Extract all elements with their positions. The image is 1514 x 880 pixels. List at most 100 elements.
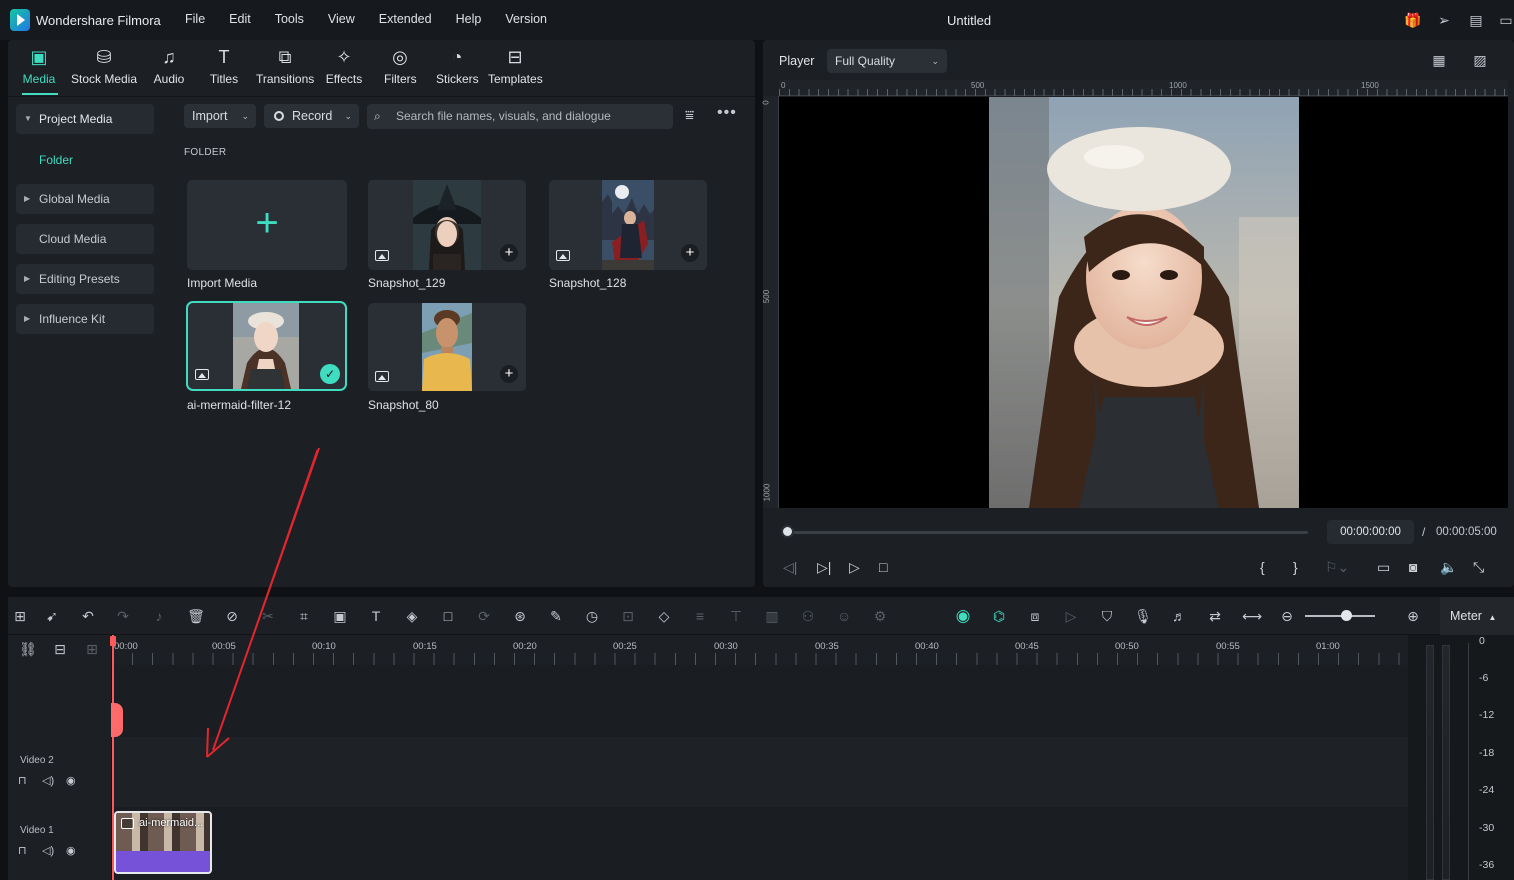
sidebar-item-global-media[interactable]: ▶ Global Media	[16, 184, 154, 214]
mask-icon[interactable]: ⚇	[799, 607, 817, 625]
undo-icon[interactable]: ↶	[79, 607, 97, 625]
search-box[interactable]: ⌕	[367, 104, 673, 129]
redo-icon[interactable]: ↷	[114, 607, 132, 625]
mark-out-icon[interactable]: }	[1293, 559, 1298, 575]
add-to-timeline-icon[interactable]: +	[500, 244, 518, 262]
sidebar-item-cloud-media[interactable]: Cloud Media	[16, 224, 154, 254]
fullscreen-icon[interactable]: ⤡	[1473, 559, 1484, 576]
shape-icon[interactable]: □	[439, 607, 457, 625]
shield-icon[interactable]: ⛉	[1098, 607, 1116, 625]
layout-grid-icon[interactable]: ⊞	[11, 607, 29, 625]
transition-icon[interactable]: ⚙	[871, 607, 889, 625]
playback-scrubber[interactable]	[787, 531, 1308, 534]
replace-icon[interactable]: ⇄	[1206, 607, 1224, 625]
record-button[interactable]: Record ⌄	[264, 104, 359, 128]
menu-edit[interactable]: Edit	[229, 12, 251, 26]
clipboard-icon[interactable]: ▤	[1468, 12, 1484, 28]
timeline-ruler[interactable]: 00:00 00:05 00:10 00:15 00:20 00:25 00:3…	[112, 635, 1408, 665]
sidebar-item-influence-kit[interactable]: ▶ Influence Kit	[16, 304, 154, 334]
mark-in-icon[interactable]: {	[1260, 559, 1265, 575]
audio-detach-icon[interactable]: ♪	[150, 607, 168, 625]
gift-icon[interactable]: 🎁	[1404, 12, 1421, 28]
menu-file[interactable]: File	[185, 12, 205, 26]
split-icon[interactable]: ✂	[259, 607, 277, 625]
preview-viewer[interactable]	[779, 97, 1508, 508]
tab-filters[interactable]: ◎ Filters	[384, 46, 417, 86]
tab-stock-media[interactable]: ⛁ Stock Media	[70, 46, 138, 86]
audio-mixer-icon[interactable]: ♬	[1170, 607, 1188, 625]
microphone-icon[interactable]: 🎙	[1134, 607, 1152, 625]
select-tool-icon[interactable]: ➹	[43, 607, 61, 625]
fit-timeline-icon[interactable]: ⟷	[1242, 607, 1262, 625]
media-item-snapshot-80[interactable]: +	[368, 303, 526, 391]
meter-button[interactable]: Meter ▲	[1440, 597, 1514, 635]
eye-icon[interactable]: ◉	[66, 774, 76, 787]
unlink-icon[interactable]: ⛓	[19, 640, 37, 658]
subtitle-icon[interactable]: ⊤	[727, 607, 745, 625]
menu-extended[interactable]: Extended	[379, 12, 432, 26]
tab-effects[interactable]: ✧ Effects	[325, 46, 363, 86]
sidebar-item-project-media[interactable]: ▼ Project Media	[16, 104, 154, 134]
tab-audio[interactable]: ♫ Audio	[151, 46, 187, 86]
playhead-marker-flag[interactable]	[111, 703, 123, 737]
lock-icon[interactable]: ⊓	[18, 844, 27, 857]
tab-stickers[interactable]: ◔ Stickers	[436, 46, 479, 86]
add-to-timeline-icon[interactable]: +	[681, 244, 699, 262]
play-icon[interactable]: ▷	[849, 559, 860, 576]
search-input[interactable]	[396, 109, 666, 123]
import-button[interactable]: Import ⌄	[184, 104, 256, 128]
crop-icon[interactable]: ⌗	[295, 607, 313, 625]
render-preview-icon[interactable]: ▷	[1062, 607, 1080, 625]
menu-view[interactable]: View	[328, 12, 355, 26]
grid-view-icon[interactable]: ▦	[1431, 52, 1447, 68]
ai-mate-icon[interactable]: ◉	[954, 607, 972, 625]
stop-icon[interactable]: □	[879, 559, 887, 575]
playhead-handle[interactable]	[110, 636, 116, 646]
layout-icon[interactable]: ▭	[1498, 12, 1514, 28]
track-manager-icon[interactable]: ⊞	[83, 640, 101, 658]
add-to-timeline-icon[interactable]: +	[500, 365, 518, 383]
zoom-out-icon[interactable]: ⊖	[1278, 607, 1296, 625]
track-row-video-2[interactable]	[112, 737, 1408, 807]
playhead[interactable]	[112, 635, 114, 880]
play-frame-icon[interactable]: ▷|	[817, 559, 831, 576]
tab-titles[interactable]: T Titles	[207, 46, 241, 86]
import-media-card[interactable]: +	[187, 180, 347, 270]
zoom-slider[interactable]	[1305, 615, 1375, 617]
rotate-icon[interactable]: ⟳	[475, 607, 493, 625]
sidebar-item-folder[interactable]: Folder	[39, 153, 73, 167]
media-item-snapshot-128[interactable]: +	[549, 180, 707, 270]
freeze-icon[interactable]: ⊡	[619, 607, 637, 625]
camera-snapshot-icon[interactable]: ◙	[1409, 559, 1417, 575]
ripple-delete-icon[interactable]: ⊘	[223, 607, 241, 625]
stabilize-icon[interactable]: ▣	[331, 607, 349, 625]
display-icon[interactable]: ▭	[1377, 559, 1390, 576]
adjust-icon[interactable]: ≡	[691, 607, 709, 625]
marker-icon[interactable]: ⚐⌄	[1325, 559, 1349, 576]
ai-icon[interactable]: ◈	[403, 607, 421, 625]
zoom-slider-handle[interactable]	[1341, 610, 1352, 621]
speaker-icon[interactable]: ◁)	[42, 774, 54, 787]
eye-icon[interactable]: ◉	[66, 844, 76, 857]
link-icon[interactable]: ⊟	[51, 640, 69, 658]
auto-highlight-icon[interactable]: ⧈	[1026, 607, 1044, 625]
text-tool-icon[interactable]: T	[367, 607, 385, 625]
tab-transitions[interactable]: ⧉ Transitions	[256, 46, 314, 86]
speed-icon[interactable]: ◷	[583, 607, 601, 625]
delete-icon[interactable]: 🗑	[187, 607, 205, 625]
sticker-icon[interactable]: ☺	[835, 607, 853, 625]
image-snapshot-icon[interactable]: ▨	[1472, 52, 1488, 68]
magnet-snap-icon[interactable]: ⌬	[990, 607, 1008, 625]
color-icon[interactable]: ⊛	[511, 607, 529, 625]
menu-help[interactable]: Help	[456, 12, 482, 26]
menu-version[interactable]: Version	[505, 12, 547, 26]
zoom-in-icon[interactable]: ⊕	[1404, 607, 1422, 625]
keyframe-icon[interactable]: ◇	[655, 607, 673, 625]
quality-dropdown[interactable]: Full Quality ⌄	[827, 49, 947, 73]
media-item-snapshot-129[interactable]: +	[368, 180, 526, 270]
track-row-video-1[interactable]	[112, 809, 1408, 880]
lock-icon[interactable]: ⊓	[18, 774, 27, 787]
tab-media[interactable]: ▣ Media	[20, 46, 58, 86]
filter-icon[interactable]: ⩸	[685, 107, 694, 124]
sidebar-item-editing-presets[interactable]: ▶ Editing Presets	[16, 264, 154, 294]
